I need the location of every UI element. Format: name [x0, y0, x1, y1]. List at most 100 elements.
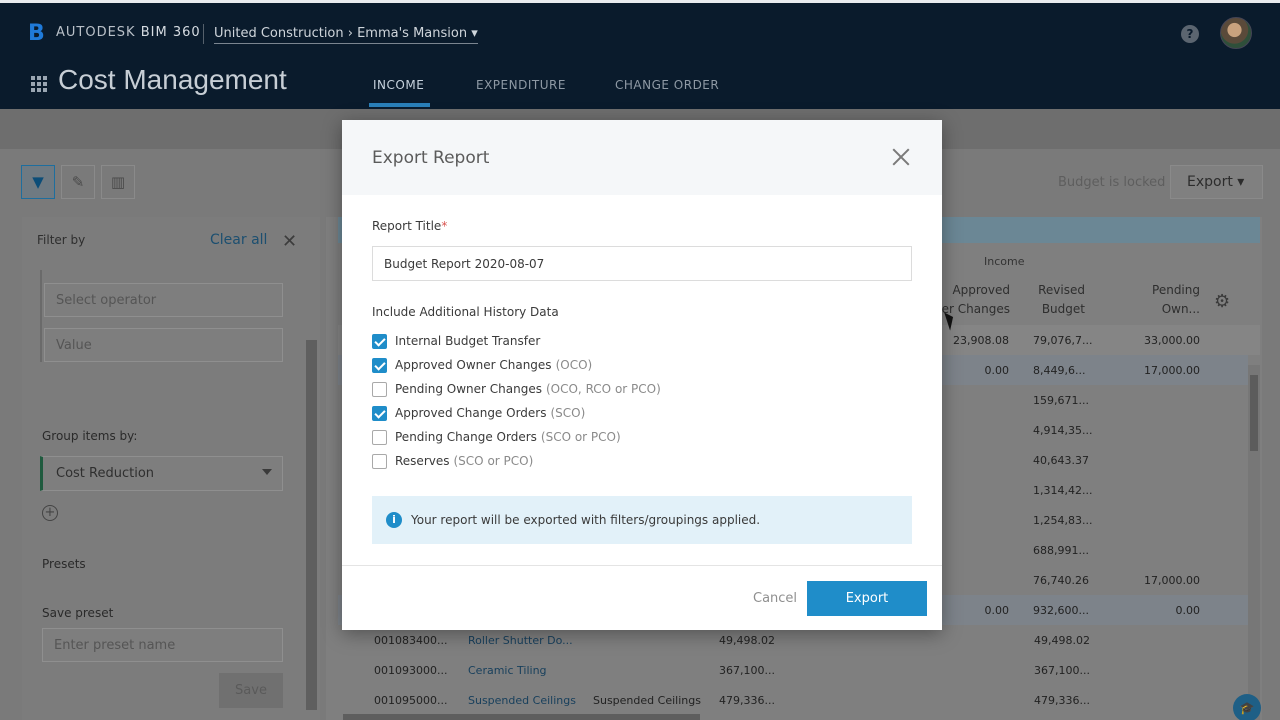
brand-prefix: AUTODESK: [56, 25, 136, 40]
save-preset-button[interactable]: Save: [219, 673, 283, 708]
table-cell-budget: 479,336...: [719, 694, 775, 707]
export-report-dialog: Export Report Report Title* Include Addi…: [342, 120, 942, 630]
close-filter-panel-icon[interactable]: ✕: [282, 231, 297, 252]
page-title: Cost Management: [58, 64, 287, 95]
filter-icon: ▼: [32, 173, 44, 191]
tab-expenditure[interactable]: EXPENDITURE: [476, 78, 566, 92]
grid-scroll-thumb[interactable]: [1250, 375, 1258, 451]
table-cell-code: 001083400...: [374, 634, 448, 647]
option-approved-change-orders[interactable]: Approved Change Orders (SCO): [372, 404, 585, 422]
col-revised-budget[interactable]: Revised Budget: [990, 281, 1085, 319]
grid-settings-gear-icon[interactable]: ⚙: [1214, 291, 1230, 312]
table-cell-name[interactable]: Roller Shutter Do...: [468, 634, 573, 647]
table-cell-revised: 688,991...: [1033, 544, 1089, 557]
option-internal-budget-transfer[interactable]: Internal Budget Transfer: [372, 332, 540, 350]
filter-button[interactable]: ▼: [21, 165, 55, 199]
chart-button[interactable]: ▥: [101, 165, 135, 199]
history-data-label: Include Additional History Data: [372, 305, 559, 319]
table-cell-revised: 1,254,83...: [1033, 514, 1093, 527]
table-cell-revised: 479,336...: [1034, 694, 1090, 707]
table-cell-name[interactable]: Ceramic Tiling: [468, 664, 547, 677]
chevron-down-icon: [262, 469, 272, 475]
report-title-input[interactable]: [372, 246, 912, 281]
table-cell-revised: 4,914,35...: [1033, 424, 1093, 437]
brand-name: AUTODESK BIM 360: [56, 25, 201, 40]
col-pending-owner[interactable]: Pending Own...: [1100, 281, 1200, 319]
table-cell-name[interactable]: Suspended Ceilings: [468, 694, 576, 707]
export-dropdown-button[interactable]: Export ▾: [1170, 165, 1263, 199]
dialog-title: Export Report: [372, 148, 490, 168]
checkbox[interactable]: [372, 453, 387, 469]
table-cell-budget: 49,498.02: [719, 634, 775, 647]
group-items-label: Group items by:: [42, 429, 138, 443]
option-hint: (SCO or PCO): [540, 430, 621, 444]
close-icon[interactable]: [890, 146, 912, 168]
help-icon[interactable]: ?: [1181, 25, 1199, 43]
option-label: Reserves: [395, 454, 450, 468]
table-cell-pending: 17,000.00: [1144, 574, 1200, 587]
brand-product: BIM 360: [140, 25, 201, 40]
table-cell-revised: 8,449,6...: [1033, 364, 1086, 377]
income-group-header: Income: [984, 255, 1025, 268]
report-title-label: Report Title*: [372, 219, 447, 233]
dialog-footer-divider: [342, 565, 942, 566]
table-cell-pending: 0.00: [1175, 604, 1201, 617]
checkbox[interactable]: [372, 357, 387, 373]
clear-all-link[interactable]: Clear all: [210, 232, 267, 248]
filter-panel-title: Filter by: [37, 233, 86, 247]
option-label: Pending Owner Changes: [395, 382, 542, 396]
edit-button[interactable]: ✎: [61, 165, 95, 199]
option-label: Pending Change Orders: [395, 430, 537, 444]
option-approved-owner-changes[interactable]: Approved Owner Changes (OCO): [372, 356, 592, 374]
export-button[interactable]: Export: [807, 581, 927, 616]
table-cell-revised: 367,100...: [1034, 664, 1090, 677]
table-cell-revised: 1,314,42...: [1033, 484, 1093, 497]
add-group-icon[interactable]: +: [42, 505, 58, 521]
info-icon: i: [386, 512, 402, 528]
group-by-select[interactable]: Cost Reduction: [40, 456, 283, 491]
value-input[interactable]: Value: [44, 328, 283, 362]
required-mark: *: [441, 219, 448, 233]
option-pending-owner-changes[interactable]: Pending Owner Changes (OCO, RCO or PCO): [372, 380, 661, 398]
option-pending-change-orders[interactable]: Pending Change Orders (SCO or PCO): [372, 428, 621, 446]
option-label: Internal Budget Transfer: [395, 334, 541, 348]
presets-label: Presets: [42, 557, 86, 571]
table-cell-pending: 33,000.00: [1144, 334, 1200, 347]
save-preset-label: Save preset: [42, 606, 114, 620]
table-cell-pending: 17,000.00: [1144, 364, 1200, 377]
table-cell-code: 001095000...: [374, 694, 448, 707]
report-title-label-text: Report Title: [372, 219, 442, 233]
top-edge: [0, 0, 1280, 3]
filter-panel-scroll-thumb[interactable]: [306, 340, 317, 710]
app-grid-icon[interactable]: [31, 76, 47, 92]
checkbox[interactable]: [372, 333, 387, 349]
checkbox[interactable]: [372, 381, 387, 397]
bim360-logo-icon: B: [28, 21, 45, 46]
cancel-button[interactable]: Cancel: [753, 591, 797, 606]
grid-horizontal-scrollbar[interactable]: [343, 714, 700, 720]
tab-change-order[interactable]: CHANGE ORDER: [615, 78, 719, 92]
project-breadcrumb[interactable]: United Construction › Emma's Mansion ▾: [214, 26, 478, 44]
operator-select[interactable]: Select operator: [44, 283, 283, 317]
budget-status: Budget is locked: [1058, 175, 1166, 190]
table-cell-group: Suspended Ceilings: [593, 694, 701, 707]
header-divider: [203, 24, 204, 44]
learning-hat-icon[interactable]: 🎓: [1233, 694, 1261, 720]
option-label: Approved Owner Changes: [395, 358, 552, 372]
option-label: Approved Change Orders: [395, 406, 547, 420]
pencil-icon: ✎: [71, 173, 85, 191]
info-banner: i Your report will be exported with filt…: [372, 496, 912, 544]
table-cell-revised: 932,600...: [1033, 604, 1089, 617]
filter-rule-border: [40, 270, 42, 362]
option-hint: (SCO): [550, 406, 586, 420]
checkbox[interactable]: [372, 405, 387, 421]
active-tab-indicator: [369, 103, 430, 107]
option-hint: (SCO or PCO): [453, 454, 534, 468]
tab-income[interactable]: INCOME: [373, 78, 424, 92]
option-reserves[interactable]: Reserves (SCO or PCO): [372, 452, 533, 470]
preset-name-input[interactable]: Enter preset name: [42, 628, 283, 662]
table-cell-revised: 49,498.02: [1034, 634, 1090, 647]
user-avatar[interactable]: [1220, 17, 1252, 49]
checkbox[interactable]: [372, 429, 387, 445]
option-hint: (OCO): [555, 358, 593, 372]
